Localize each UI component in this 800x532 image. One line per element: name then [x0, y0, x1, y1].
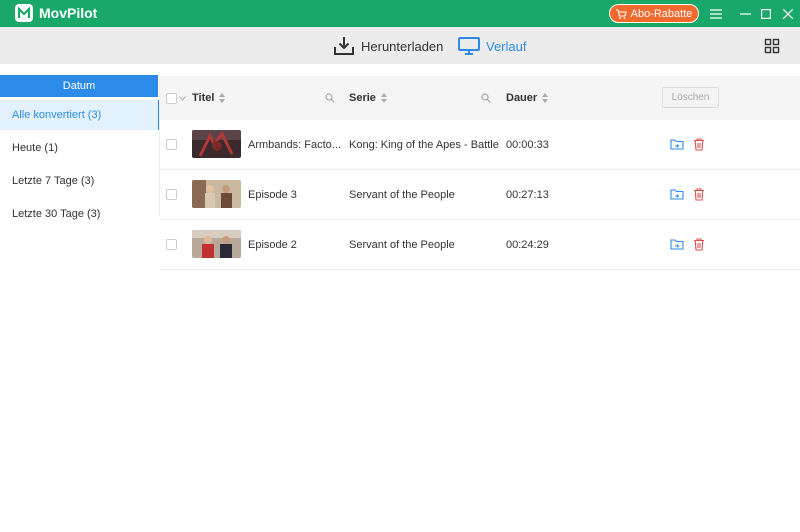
sidebar-item-label: Letzte 30 Tage (3): [12, 208, 101, 220]
open-folder-icon[interactable]: [670, 187, 684, 201]
promo-button[interactable]: Abo-Rabatte: [609, 4, 699, 23]
select-all-checkbox[interactable]: [166, 93, 177, 104]
search-icon[interactable]: [325, 93, 335, 103]
logo-icon: [15, 4, 33, 22]
column-header-duration[interactable]: Dauer: [506, 76, 549, 120]
row-checkbox[interactable]: [166, 139, 177, 150]
row-series: Servant of the People: [349, 239, 455, 251]
sidebar-item-30-days[interactable]: Letzte 30 Tage (3): [0, 199, 160, 229]
sidebar: Datum Alle konvertiert (3) Heute (1) Let…: [0, 64, 160, 532]
app-title: MovPilot: [39, 5, 98, 21]
row-title: Episode 2: [248, 239, 297, 251]
row-duration: 00:00:33: [506, 139, 549, 151]
promo-label: Abo-Rabatte: [630, 7, 693, 20]
open-folder-icon[interactable]: [670, 237, 684, 251]
minimize-icon[interactable]: [735, 4, 755, 23]
search-icon[interactable]: [481, 93, 491, 103]
chevron-down-icon[interactable]: [179, 96, 186, 101]
sidebar-item-label: Letzte 7 Tage (3): [12, 175, 95, 187]
trash-icon[interactable]: [692, 237, 706, 251]
column-header-series[interactable]: Serie: [349, 76, 387, 120]
sidebar-item-7-days[interactable]: Letzte 7 Tage (3): [0, 166, 160, 196]
row-series: Kong: King of the Apes - Battles: [349, 139, 499, 151]
sidebar-item-all[interactable]: Alle konvertiert (3): [0, 100, 160, 130]
title-bar: MovPilot Abo-Rabatte: [0, 0, 800, 27]
table-row: Episode 3 Servant of the People 00:27:13: [160, 170, 800, 220]
row-title: Episode 3: [248, 189, 297, 201]
table-row: Episode 2 Servant of the People 00:24:29: [160, 220, 800, 270]
nav-bar: Herunterladen Verlauf: [0, 27, 800, 64]
column-series-label: Serie: [349, 92, 376, 104]
video-thumbnail: [192, 230, 241, 258]
tab-download[interactable]: Herunterladen: [333, 35, 443, 57]
video-thumbnail: [192, 130, 241, 158]
column-header-title[interactable]: Titel: [192, 76, 226, 120]
download-icon: [334, 37, 354, 55]
row-title: Armbands: Facto...: [248, 139, 341, 151]
close-icon[interactable]: [778, 4, 798, 23]
tab-history-label: Verlauf: [486, 38, 527, 54]
sidebar-item-label: Alle konvertiert (3): [12, 109, 102, 121]
open-folder-icon[interactable]: [670, 137, 684, 151]
trash-icon[interactable]: [692, 137, 706, 151]
menu-icon[interactable]: [706, 4, 726, 23]
sidebar-item-today[interactable]: Heute (1): [0, 133, 160, 163]
row-duration: 00:24:29: [506, 239, 549, 251]
row-checkbox[interactable]: [166, 239, 177, 250]
row-series: Servant of the People: [349, 189, 455, 201]
trash-icon[interactable]: [692, 187, 706, 201]
sort-icon: [219, 93, 226, 103]
monitor-icon: [458, 37, 480, 55]
sidebar-item-label: Heute (1): [12, 142, 58, 154]
video-thumbnail: [192, 180, 241, 208]
table-row: Armbands: Facto... Kong: King of the Ape…: [160, 120, 800, 170]
column-title-label: Titel: [192, 92, 215, 104]
row-duration: 00:27:13: [506, 189, 549, 201]
tab-history[interactable]: Verlauf: [458, 35, 526, 57]
row-checkbox[interactable]: [166, 189, 177, 200]
cart-icon: [615, 8, 627, 19]
maximize-icon[interactable]: [756, 4, 776, 23]
sort-icon: [542, 93, 549, 103]
grid-icon[interactable]: [764, 38, 780, 54]
sidebar-header: Datum: [0, 75, 158, 97]
column-duration-label: Dauer: [506, 92, 538, 104]
sort-icon: [380, 93, 387, 103]
delete-button[interactable]: Löschen: [662, 87, 719, 108]
tab-download-label: Herunterladen: [361, 38, 444, 54]
